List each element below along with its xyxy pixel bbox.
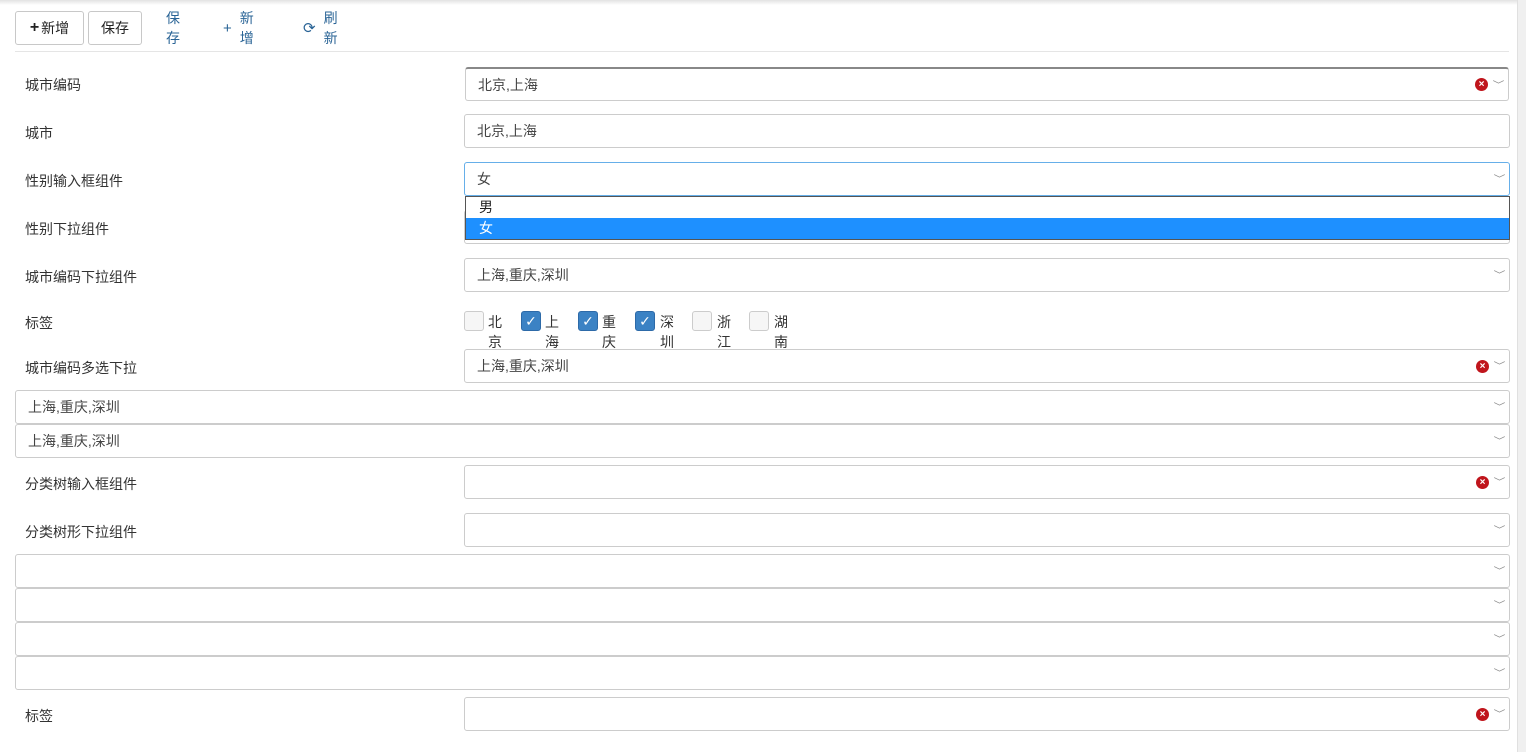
checkbox-zhejiang[interactable]: [692, 311, 712, 331]
checkbox-shanghai[interactable]: ✓: [521, 311, 541, 331]
check-icon: ✓: [639, 313, 651, 329]
city-multi-label: 城市编码多选下拉: [25, 360, 137, 376]
city-code-label: 城市编码: [25, 77, 81, 93]
clear-icon[interactable]: ×: [1475, 78, 1488, 91]
city-multi-select[interactable]: 上海,重庆,深圳 × ﹀: [464, 349, 1510, 383]
save-link[interactable]: 保存: [166, 10, 180, 46]
city-code-select-value: 上海,重庆,深圳: [477, 267, 569, 283]
chevron-down-icon[interactable]: ﹀: [1494, 657, 1506, 689]
checkbox-hunan[interactable]: [749, 311, 769, 331]
save-button-label: 保存: [101, 20, 129, 36]
gender-option-male[interactable]: 男: [466, 197, 1509, 218]
refresh-icon: ⟳: [303, 20, 316, 37]
toolbar-divider: [15, 51, 1509, 52]
check-icon: ✓: [582, 313, 594, 329]
chevron-down-icon[interactable]: ﹀: [1494, 350, 1506, 382]
wide-select-2[interactable]: 上海,重庆,深圳 ﹀: [15, 424, 1510, 458]
gender-option-female[interactable]: 女: [466, 218, 1509, 239]
chevron-down-icon[interactable]: ﹀: [1494, 589, 1506, 621]
gender-input-value: 女: [477, 171, 491, 187]
chevron-down-icon[interactable]: ﹀: [1494, 698, 1506, 730]
chevron-down-icon[interactable]: ﹀: [1494, 163, 1506, 195]
add-link[interactable]: + 新增: [223, 10, 254, 46]
plus-icon: +: [223, 19, 232, 37]
clear-icon[interactable]: ×: [1476, 708, 1489, 721]
top-shadow: [0, 0, 1526, 5]
tree-select-label: 分类树形下拉组件: [25, 524, 137, 540]
wide-select-2-value: 上海,重庆,深圳: [28, 433, 120, 449]
chevron-down-icon[interactable]: ﹀: [1494, 391, 1506, 423]
checkbox-beijing[interactable]: [464, 311, 484, 331]
checkbox-label: 重庆: [602, 314, 616, 350]
tags2-select[interactable]: × ﹀: [464, 697, 1510, 731]
wide-select-1[interactable]: 上海,重庆,深圳 ﹀: [15, 390, 1510, 424]
chevron-down-icon[interactable]: ﹀: [1494, 425, 1506, 457]
checkbox-label: 浙江: [717, 314, 731, 350]
gender-input-combo[interactable]: 女 ﹀: [464, 162, 1510, 196]
city-code-value: 北京,上海: [478, 77, 538, 93]
chevron-down-icon[interactable]: ﹀: [1494, 623, 1506, 655]
tags2-label: 标签: [25, 708, 53, 724]
vertical-scrollbar[interactable]: [1517, 0, 1526, 752]
city-code-combo[interactable]: 北京,上海 × ﹀: [465, 67, 1509, 101]
chevron-down-icon[interactable]: ﹀: [1494, 466, 1506, 498]
add-button-label: 新增: [41, 20, 70, 36]
gender-dropdown-list: 男 女: [465, 196, 1510, 240]
wide-select-6[interactable]: ﹀: [15, 656, 1510, 690]
tree-input-label: 分类树输入框组件: [25, 476, 137, 492]
checkbox-label: 深圳: [660, 314, 674, 350]
checkbox-label: 北京: [488, 314, 502, 350]
save-button[interactable]: 保存: [88, 11, 142, 45]
chevron-down-icon[interactable]: ﹀: [1493, 69, 1505, 101]
city-input[interactable]: 北京,上海: [464, 114, 1510, 148]
checkbox-shenzhen[interactable]: ✓: [635, 311, 655, 331]
chevron-down-icon[interactable]: ﹀: [1494, 514, 1506, 546]
checkbox-chongqing[interactable]: ✓: [578, 311, 598, 331]
clear-icon[interactable]: ×: [1476, 476, 1489, 489]
checkbox-label: 湖南: [774, 314, 788, 350]
gender-input-label: 性别输入框组件: [25, 173, 123, 189]
city-code-select-label: 城市编码下拉组件: [25, 269, 137, 285]
gender-select-label: 性别下拉组件: [25, 221, 109, 237]
save-link-label: 保存: [166, 10, 180, 46]
chevron-down-icon[interactable]: ﹀: [1494, 555, 1506, 587]
city-code-select[interactable]: 上海,重庆,深圳 ﹀: [464, 258, 1510, 292]
wide-select-5[interactable]: ﹀: [15, 622, 1510, 656]
city-value: 北京,上海: [477, 123, 537, 139]
add-link-label: 新增: [239, 10, 254, 46]
wide-select-3[interactable]: ﹀: [15, 554, 1510, 588]
chevron-down-icon[interactable]: ﹀: [1494, 259, 1506, 291]
refresh-link[interactable]: ⟳ 刷新: [303, 10, 338, 46]
checkbox-label: 上海: [545, 314, 559, 350]
tree-select[interactable]: ﹀: [464, 513, 1510, 547]
add-button[interactable]: + 新增: [15, 11, 84, 45]
wide-select-4[interactable]: ﹀: [15, 588, 1510, 622]
plus-icon: +: [29, 19, 40, 36]
tree-input-combo[interactable]: × ﹀: [464, 465, 1510, 499]
wide-select-1-value: 上海,重庆,深圳: [28, 399, 120, 415]
city-multi-value: 上海,重庆,深圳: [477, 358, 569, 374]
city-label: 城市: [25, 125, 53, 141]
check-icon: ✓: [525, 313, 537, 329]
tags-label: 标签: [25, 315, 53, 331]
refresh-link-label: 刷新: [323, 10, 338, 46]
clear-icon[interactable]: ×: [1476, 360, 1489, 373]
